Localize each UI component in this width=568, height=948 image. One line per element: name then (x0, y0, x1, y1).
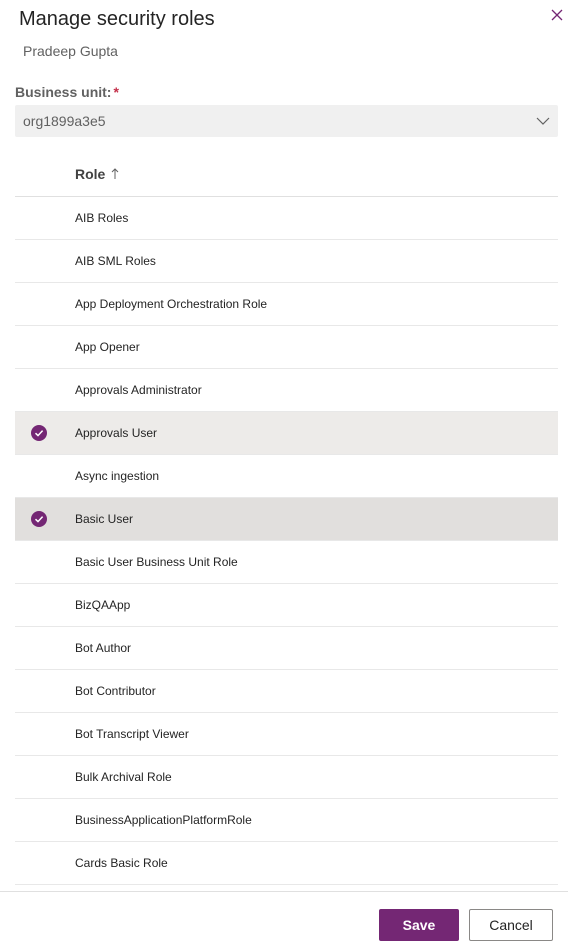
role-name: Async ingestion (75, 469, 160, 483)
role-row[interactable]: App Deployment Orchestration Role (15, 283, 558, 326)
role-name: Cards Basic Role (75, 856, 168, 870)
chevron-down-icon (536, 117, 550, 125)
role-name: Bot Contributor (75, 684, 156, 698)
role-row[interactable]: AIB SML Roles (15, 240, 558, 283)
roles-grid-header: Role (15, 153, 558, 197)
dialog-footer: Save Cancel (0, 891, 568, 948)
role-name: BusinessApplicationPlatformRole (75, 813, 252, 827)
business-unit-label-text: Business unit: (15, 84, 112, 100)
role-row[interactable]: AIB Roles (15, 197, 558, 240)
dialog-title: Manage security roles (19, 8, 215, 30)
role-row[interactable]: Cards Basic Role (15, 842, 558, 885)
business-unit-dropdown[interactable]: org1899a3e5 (15, 105, 558, 137)
role-row[interactable]: BizQAApp (15, 584, 558, 627)
role-name: AIB SML Roles (75, 254, 156, 268)
save-button[interactable]: Save (379, 909, 459, 941)
role-row[interactable]: App Opener (15, 326, 558, 369)
role-name: Basic User (75, 512, 134, 526)
roles-grid: Role AIB Roles AIB SML Roles App Deploymen… (15, 153, 558, 885)
checkmark-circle-icon (31, 425, 47, 441)
close-button[interactable] (548, 6, 566, 24)
role-name: App Deployment Orchestration Role (75, 297, 268, 311)
role-name: Approvals Administrator (75, 383, 202, 397)
role-name: Bot Author (75, 641, 132, 655)
role-name: App Opener (75, 340, 140, 354)
role-name: Bulk Archival Role (75, 770, 172, 784)
role-row[interactable]: Approvals User (15, 412, 558, 455)
role-column-header[interactable]: Role (75, 165, 119, 183)
role-row[interactable]: Async ingestion (15, 455, 558, 498)
role-row[interactable]: BusinessApplicationPlatformRole (15, 799, 558, 842)
role-row[interactable]: Approvals Administrator (15, 369, 558, 412)
roles-grid-body: AIB Roles AIB SML Roles App Deployment Orc… (15, 197, 558, 885)
business-unit-value: org1899a3e5 (23, 113, 106, 129)
required-marker: * (113, 84, 119, 100)
role-name: Basic User Business Unit Role (75, 555, 238, 569)
manage-security-roles-panel: Manage security roles Pradeep Gupta Busi… (0, 0, 568, 948)
cancel-button[interactable]: Cancel (469, 909, 553, 941)
role-name: BizQAApp (75, 598, 131, 612)
role-row[interactable]: Bot Transcript Viewer (15, 713, 558, 756)
sort-ascending-icon (111, 168, 119, 179)
business-unit-label: Business unit: * (15, 83, 119, 101)
role-row[interactable]: Basic User (15, 498, 558, 541)
role-name: Bot Transcript Viewer (75, 727, 189, 741)
checkmark-circle-icon (31, 511, 47, 527)
role-column-label: Role (75, 166, 106, 182)
role-row[interactable]: Basic User Business Unit Role (15, 541, 558, 584)
role-row[interactable]: Bulk Archival Role (15, 756, 558, 799)
role-row[interactable]: Bot Contributor (15, 670, 558, 713)
dialog-subtitle: Pradeep Gupta (23, 43, 118, 59)
role-name: Approvals User (75, 426, 158, 440)
role-row[interactable]: Bot Author (15, 627, 558, 670)
close-icon (551, 9, 563, 21)
role-name: AIB Roles (75, 211, 129, 225)
